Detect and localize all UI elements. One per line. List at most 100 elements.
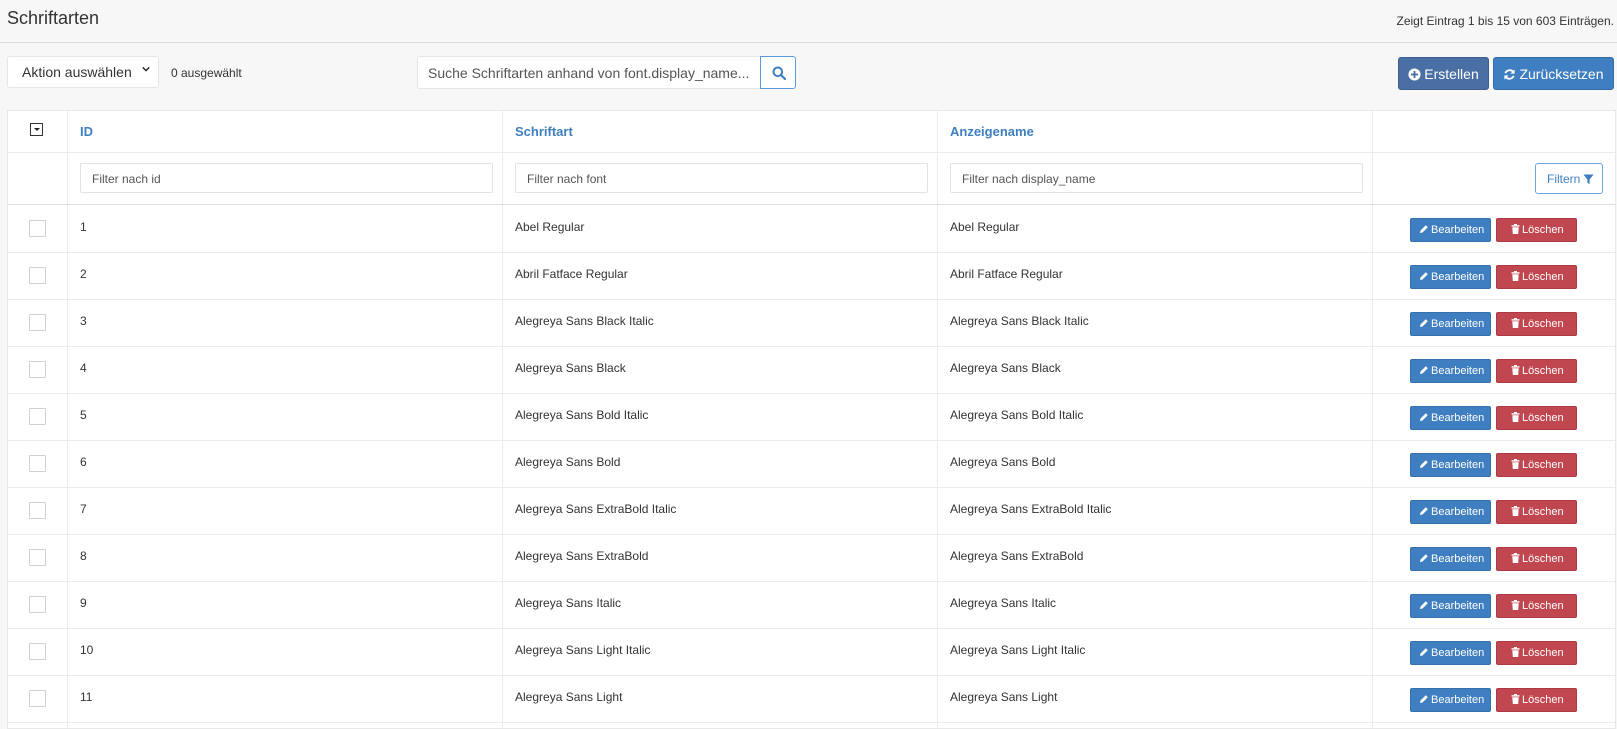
filter-display-name-placeholder: Filter nach display_name [962,172,1096,186]
pencil-icon [1420,366,1428,374]
chevron-down-icon [142,66,150,72]
refresh-icon [1504,69,1516,80]
cell-font: Alegreya Sans Italic [515,596,622,610]
pencil-icon [1420,507,1428,515]
column-header-id[interactable]: ID [80,124,93,139]
delete-label: Löschen [1522,412,1564,424]
select-all-checkbox[interactable] [30,123,43,136]
edit-label: Bearbeiten [1431,647,1485,659]
filter-button[interactable]: Filtern [1535,163,1603,194]
fonts-table: ID Schriftart Anzeigename Filter nach id… [7,110,1616,729]
delete-button[interactable]: Löschen [1496,359,1577,383]
search-input[interactable]: Suche Schriftarten anhand von font.displ… [417,56,761,89]
column-header-display-name[interactable]: Anzeigename [950,124,1034,139]
cell-id: 1 [80,220,87,234]
create-label: Erstellen [1424,66,1479,82]
row-checkbox[interactable] [29,690,46,707]
edit-label: Bearbeiten [1431,224,1485,236]
cell-id: 11 [80,690,93,704]
edit-button[interactable]: Bearbeiten [1410,359,1491,383]
edit-button[interactable]: Bearbeiten [1410,594,1491,618]
edit-button[interactable]: Bearbeiten [1410,312,1491,336]
trash-icon [1511,318,1520,328]
cell-display-name: Alegreya Sans Italic [950,596,1057,610]
row-checkbox[interactable] [29,502,46,519]
selected-count: 0 ausgewählt [171,66,242,80]
edit-button[interactable]: Bearbeiten [1410,688,1491,712]
trash-icon [1511,647,1520,657]
edit-button[interactable]: Bearbeiten [1410,547,1491,571]
table-row: 9 Alegreya Sans Italic Alegreya Sans Ita… [8,581,1615,629]
row-checkbox[interactable] [29,549,46,566]
cell-id: 3 [80,314,87,328]
delete-button[interactable]: Löschen [1496,641,1577,665]
row-checkbox[interactable] [29,643,46,660]
cell-display-name: Alegreya Sans Bold Italic [950,408,1084,422]
trash-icon [1511,271,1520,281]
table-row: 6 Alegreya Sans Bold Alegreya Sans Bold … [8,440,1615,488]
cell-font: Abel Regular [515,220,585,234]
row-checkbox[interactable] [29,314,46,331]
delete-button[interactable]: Löschen [1496,265,1577,289]
cell-font: Alegreya Sans Bold [515,455,621,469]
reset-label: Zurücksetzen [1519,66,1604,82]
delete-button[interactable]: Löschen [1496,688,1577,712]
edit-button[interactable]: Bearbeiten [1410,453,1491,477]
filter-display-name-input[interactable]: Filter nach display_name [950,163,1363,193]
search-icon [772,66,786,80]
delete-button[interactable]: Löschen [1496,312,1577,336]
edit-label: Bearbeiten [1431,459,1485,471]
column-header-font[interactable]: Schriftart [515,124,573,139]
delete-button[interactable]: Löschen [1496,594,1577,618]
pencil-icon [1420,601,1428,609]
page-title: Schriftarten [7,8,100,28]
create-button[interactable]: Erstellen [1398,57,1489,90]
funnel-icon [1583,174,1594,185]
row-checkbox[interactable] [29,455,46,472]
delete-label: Löschen [1522,459,1564,471]
search-placeholder: Suche Schriftarten anhand von font.displ… [428,65,750,81]
edit-button[interactable]: Bearbeiten [1410,265,1491,289]
edit-label: Bearbeiten [1431,553,1485,565]
bulk-action-select[interactable]: Aktion auswählen [7,56,159,88]
cell-font: Alegreya Sans Light [515,690,623,704]
row-checkbox[interactable] [29,267,46,284]
delete-button[interactable]: Löschen [1496,547,1577,571]
delete-label: Löschen [1522,224,1564,236]
delete-button[interactable]: Löschen [1496,500,1577,524]
trash-icon [1511,365,1520,375]
delete-button[interactable]: Löschen [1496,406,1577,430]
edit-button[interactable]: Bearbeiten [1410,641,1491,665]
plus-circle-icon [1408,68,1421,81]
cell-font: Alegreya Sans ExtraBold Italic [515,502,677,516]
cell-display-name: Alegreya Sans ExtraBold [950,549,1084,563]
cell-display-name: Alegreya Sans Bold [950,455,1056,469]
edit-label: Bearbeiten [1431,506,1485,518]
table-row: 1 Abel Regular Abel Regular Bearbeiten L… [8,205,1615,253]
edit-button[interactable]: Bearbeiten [1410,218,1491,242]
edit-button[interactable]: Bearbeiten [1410,500,1491,524]
edit-label: Bearbeiten [1431,600,1485,612]
table-row: 11 Alegreya Sans Light Alegreya Sans Lig… [8,675,1615,723]
delete-button[interactable]: Löschen [1496,218,1577,242]
filter-font-input[interactable]: Filter nach font [515,163,928,193]
cell-display-name: Alegreya Sans ExtraBold Italic [950,502,1112,516]
reset-button[interactable]: Zurücksetzen [1493,57,1614,90]
cell-font: Alegreya Sans Black [515,361,626,375]
edit-label: Bearbeiten [1431,412,1485,424]
pencil-icon [1420,648,1428,656]
row-checkbox[interactable] [29,596,46,613]
delete-label: Löschen [1522,600,1564,612]
search-button[interactable] [760,56,796,89]
trash-icon [1511,224,1520,234]
delete-button[interactable]: Löschen [1496,453,1577,477]
filter-id-input[interactable]: Filter nach id [80,163,493,193]
pencil-icon [1420,554,1428,562]
edit-button[interactable]: Bearbeiten [1410,406,1491,430]
row-checkbox[interactable] [29,408,46,425]
delete-label: Löschen [1522,318,1564,330]
filter-font-placeholder: Filter nach font [527,172,607,186]
row-checkbox[interactable] [29,220,46,237]
row-checkbox[interactable] [29,361,46,378]
table-row: 5 Alegreya Sans Bold Italic Alegreya San… [8,393,1615,441]
